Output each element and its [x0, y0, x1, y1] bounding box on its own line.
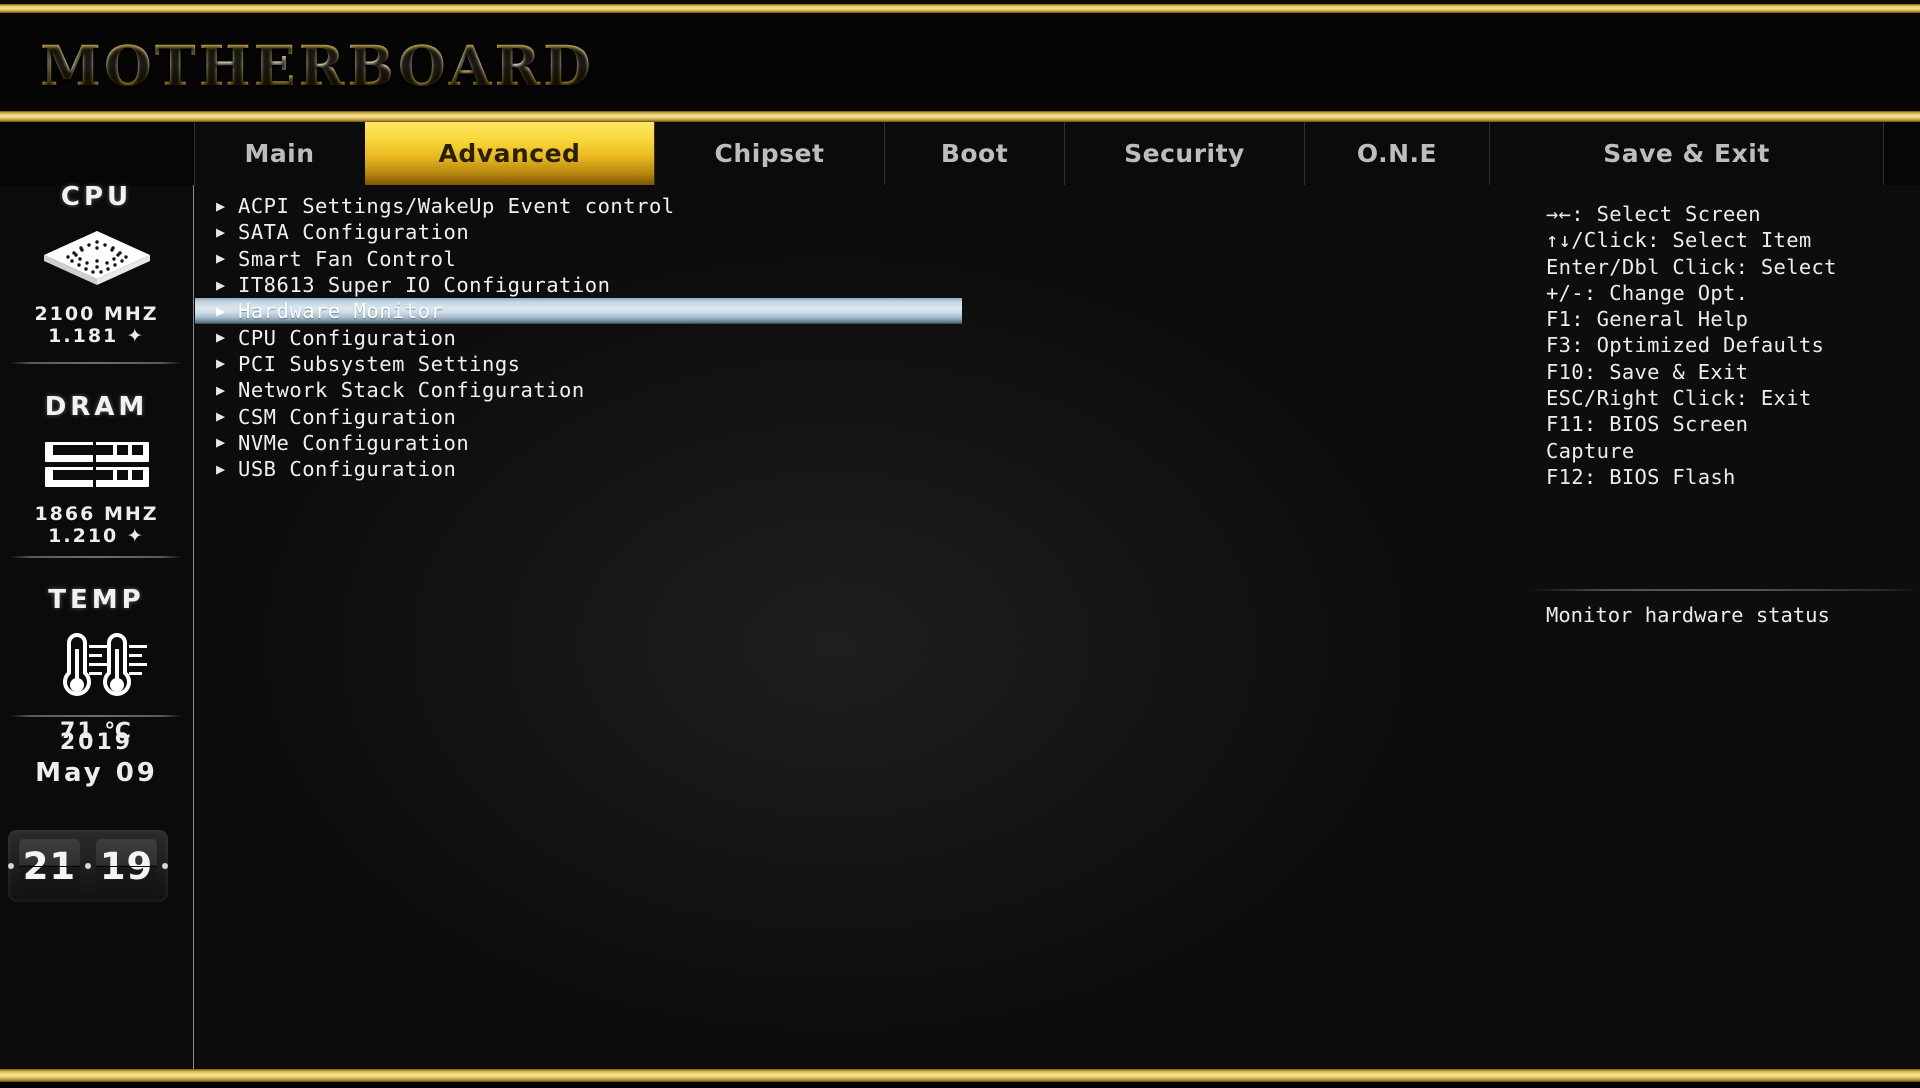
- help-key-line: Enter/Dbl Click: Select: [1546, 254, 1837, 279]
- help-key-list: →←: Select Screen ↑↓/Click: Select Item En…: [1528, 185, 1920, 490]
- header-gold-rail: [0, 111, 1920, 122]
- menu-item-label: Network Stack Configuration: [238, 378, 585, 403]
- tab-advanced[interactable]: Advanced: [364, 122, 654, 185]
- menu-item-label: IT8613 Super IO Configuration: [238, 273, 611, 298]
- tab-chipset[interactable]: Chipset: [654, 122, 884, 185]
- sidebar-datetime-block: 2019 May 09: [0, 730, 193, 789]
- menu-item[interactable]: ▶ NVMe Configuration: [195, 430, 1527, 456]
- submenu-arrow-icon: ▶: [216, 196, 226, 215]
- cpu-die-icon: [41, 228, 153, 288]
- menu-item-selected[interactable]: ▶ Hardware Monitor: [195, 298, 962, 325]
- submenu-arrow-icon: ▶: [216, 275, 226, 294]
- menu-item-label: NVMe Configuration: [238, 430, 470, 455]
- dimm-module-icon: [0, 442, 193, 487]
- submenu-arrow-icon: ▶: [216, 433, 226, 452]
- help-panel-divider: [1528, 589, 1920, 591]
- date-year: 2019: [59, 730, 134, 755]
- help-panel: →←: Select Screen ↑↓/Click: Select Item En…: [1528, 185, 1920, 1069]
- submenu-arrow-icon: ▶: [216, 459, 226, 478]
- sidebar-temp-block: TEMP 71 ℃: [0, 585, 193, 745]
- tab-boot[interactable]: Boot: [884, 122, 1064, 185]
- help-description: Monitor hardware status: [1546, 603, 1830, 627]
- flip-clock: 21 19: [8, 830, 168, 902]
- menu-item[interactable]: ▶ ACPI Settings/WakeUp Event control: [195, 193, 1527, 219]
- sidebar-cpu-block: CPU 2100 MHZ 1.181 ✦: [0, 182, 193, 348]
- tab-bar-left-spacer: [0, 122, 194, 185]
- help-key-line: F1: General Help: [1546, 307, 1749, 332]
- submenu-arrow-icon: ▶: [216, 301, 226, 320]
- thermometer-icon: [0, 631, 193, 707]
- dram-voltage: 1.210 ✦: [48, 525, 145, 548]
- help-key-line: +/-: Change Opt.: [1546, 280, 1749, 305]
- menu-item-label: SATA Configuration: [238, 220, 470, 245]
- dram-section-title: DRAM: [44, 392, 149, 422]
- help-key-line: ESC/Right Click: Exit: [1546, 386, 1812, 411]
- menu-item-label: CSM Configuration: [238, 404, 457, 429]
- menu-item[interactable]: ▶ SATA Configuration: [195, 219, 1527, 245]
- menu-item[interactable]: ▶ CSM Configuration: [195, 403, 1527, 429]
- clock-pip-left: [8, 863, 14, 869]
- submenu-arrow-icon: ▶: [216, 354, 226, 373]
- footer-strip: [0, 1082, 1920, 1088]
- sidebar-divider-1: [10, 362, 182, 364]
- bottom-gold-rail: [0, 1069, 1920, 1082]
- menu-item-label: PCI Subsystem Settings: [238, 351, 521, 376]
- brand-title: MOTHERBOARD: [40, 33, 594, 98]
- clock-pip-right: [162, 863, 168, 869]
- help-key-line: Capture: [1546, 438, 1635, 463]
- temp-section-title: TEMP: [48, 585, 145, 615]
- top-gold-rail: [0, 4, 1920, 13]
- help-key-line: F10: Save & Exit: [1546, 359, 1749, 384]
- help-key-line: ↑↓/Click: Select Item: [1546, 228, 1812, 253]
- hardware-info-sidebar: CPU 2100 MHZ 1.181 ✦ DRAM 1866 MHZ 1.210…: [0, 182, 194, 1069]
- main-tab-bar: Main Advanced Chipset Boot Security O.N.E Save…: [0, 122, 1920, 185]
- menu-item-label: Hardware Monitor: [238, 299, 444, 324]
- submenu-arrow-icon: ▶: [216, 249, 226, 268]
- submenu-arrow-icon: ▶: [216, 407, 226, 426]
- sidebar-divider-2: [10, 556, 182, 558]
- clock-pip-mid: [85, 863, 91, 869]
- cpu-voltage: 1.181 ✦: [48, 325, 145, 348]
- clock-minutes: 19: [95, 839, 158, 893]
- tab-main[interactable]: Main: [194, 122, 364, 185]
- clock-hours: 21: [18, 839, 81, 893]
- help-key-line: F3: Optimized Defaults: [1546, 333, 1825, 358]
- submenu-arrow-icon: ▶: [216, 222, 226, 241]
- menu-item[interactable]: ▶ PCI Subsystem Settings: [195, 351, 1527, 377]
- menu-item[interactable]: ▶ CPU Configuration: [195, 324, 1527, 350]
- sidebar-dram-block: DRAM 1866 MHZ 1.210 ✦: [0, 392, 193, 548]
- advanced-menu-panel: ▶ ACPI Settings/WakeUp Event control ▶ SATA…: [195, 185, 1527, 1069]
- menu-item[interactable]: ▶ IT8613 Super IO Configuration: [195, 272, 1527, 298]
- sidebar-divider-3: [10, 715, 182, 717]
- menu-item-label: ACPI Settings/WakeUp Event control: [238, 194, 675, 219]
- cpu-section-title: CPU: [60, 182, 133, 212]
- tab-o-n-e[interactable]: O.N.E: [1304, 122, 1489, 185]
- menu-item[interactable]: ▶ Network Stack Configuration: [195, 377, 1527, 403]
- cpu-frequency: 2100 MHZ: [34, 303, 159, 325]
- menu-item-label: CPU Configuration: [238, 325, 457, 350]
- help-key-line: F12: BIOS Flash: [1546, 464, 1736, 489]
- menu-list: ▶ ACPI Settings/WakeUp Event control ▶ SATA…: [195, 185, 1527, 482]
- bios-screen: MOTHERBOARD Main Advanced Chipset Boot Secur…: [0, 0, 1920, 1088]
- menu-item[interactable]: ▶ Smart Fan Control: [195, 246, 1527, 272]
- dram-frequency: 1866 MHZ: [34, 503, 159, 525]
- tab-security[interactable]: Security: [1064, 122, 1304, 185]
- date-month-day: May 09: [35, 757, 158, 788]
- submenu-arrow-icon: ▶: [216, 380, 226, 399]
- header-banner: MOTHERBOARD: [0, 13, 1920, 111]
- menu-item-label: USB Configuration: [238, 457, 457, 482]
- menu-item[interactable]: ▶ USB Configuration: [195, 456, 1527, 482]
- menu-item-label: Smart Fan Control: [238, 246, 457, 271]
- help-key-line: F11: BIOS Screen: [1546, 412, 1749, 437]
- help-key-line: →←: Select Screen: [1546, 202, 1761, 226]
- tab-save-exit[interactable]: Save & Exit: [1489, 122, 1884, 185]
- submenu-arrow-icon: ▶: [216, 328, 226, 347]
